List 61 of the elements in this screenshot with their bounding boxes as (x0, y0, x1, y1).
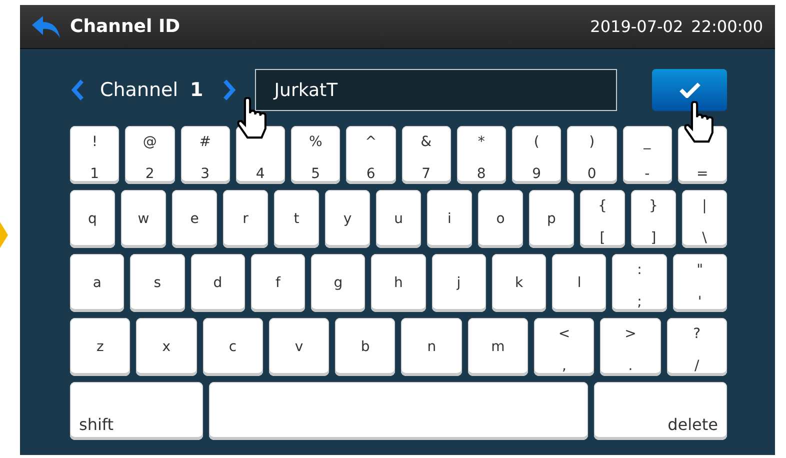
key[interactable]: s (130, 254, 185, 312)
key[interactable]: n (401, 318, 462, 376)
key[interactable]: " ' (672, 254, 727, 312)
shift-key[interactable]: shift (70, 382, 204, 440)
key[interactable]: ) 0 (567, 126, 616, 184)
key[interactable]: r (223, 190, 268, 248)
key[interactable]: b (335, 318, 396, 376)
key[interactable]: # 3 (180, 126, 230, 184)
key[interactable]: ! 1 (70, 126, 120, 184)
key[interactable]: l (552, 254, 606, 312)
previous-chevron-icon[interactable] (70, 79, 86, 101)
key[interactable]: _ - (622, 126, 672, 184)
key[interactable]: k (492, 254, 546, 312)
key[interactable]: & 7 (402, 126, 451, 184)
key[interactable]: x (136, 318, 197, 376)
key[interactable]: m (468, 318, 528, 376)
space-key[interactable] (209, 382, 588, 440)
key[interactable]: ? / (666, 318, 727, 376)
delete-key[interactable]: delete (594, 382, 727, 440)
channel-label: Channel (100, 79, 178, 101)
key[interactable]: > . (600, 318, 661, 376)
hand-cursor-icon (683, 101, 715, 145)
key[interactable]: h (371, 254, 426, 312)
key[interactable]: j (432, 254, 486, 312)
channel-number: 1 (190, 79, 204, 101)
key[interactable]: d (190, 254, 245, 312)
key[interactable]: e (172, 190, 217, 248)
next-chevron-icon[interactable] (221, 79, 238, 101)
key[interactable]: a (70, 254, 124, 312)
key[interactable]: v (268, 318, 330, 376)
time-text: 22:00:00 (691, 17, 763, 36)
key[interactable]: t (274, 190, 319, 248)
key[interactable]: { [ (580, 190, 625, 248)
chevron-icon (0, 222, 8, 248)
key[interactable]: c (202, 318, 263, 376)
key[interactable]: @ 2 (125, 126, 174, 184)
name-input-field[interactable]: JurkatT (255, 69, 618, 111)
key[interactable]: ( 9 (512, 126, 562, 184)
key[interactable]: y (325, 190, 370, 248)
checkmark-icon (678, 82, 700, 98)
key[interactable]: % 5 (291, 126, 340, 184)
key[interactable]: u (376, 190, 421, 248)
key[interactable]: p (529, 190, 574, 248)
back-arrow-icon[interactable] (32, 16, 60, 38)
key[interactable]: o (478, 190, 523, 248)
key[interactable]: < , (534, 318, 594, 376)
date-text: 2019-07-02 (590, 17, 684, 36)
hand-cursor-icon (236, 97, 268, 141)
key[interactable]: * 8 (456, 126, 506, 184)
key[interactable]: w (121, 190, 166, 248)
key[interactable]: f (250, 254, 306, 312)
confirm-button[interactable] (652, 69, 727, 111)
key[interactable]: } ] (631, 190, 676, 248)
key[interactable]: i (427, 190, 472, 248)
key[interactable]: q (70, 190, 115, 248)
key[interactable]: ^ 6 (346, 126, 396, 184)
key[interactable]: : ; (612, 254, 667, 312)
screen-title: Channel ID (70, 16, 182, 37)
key[interactable]: | \ (682, 190, 727, 248)
key[interactable]: g (311, 254, 366, 312)
key[interactable]: z (70, 318, 130, 376)
